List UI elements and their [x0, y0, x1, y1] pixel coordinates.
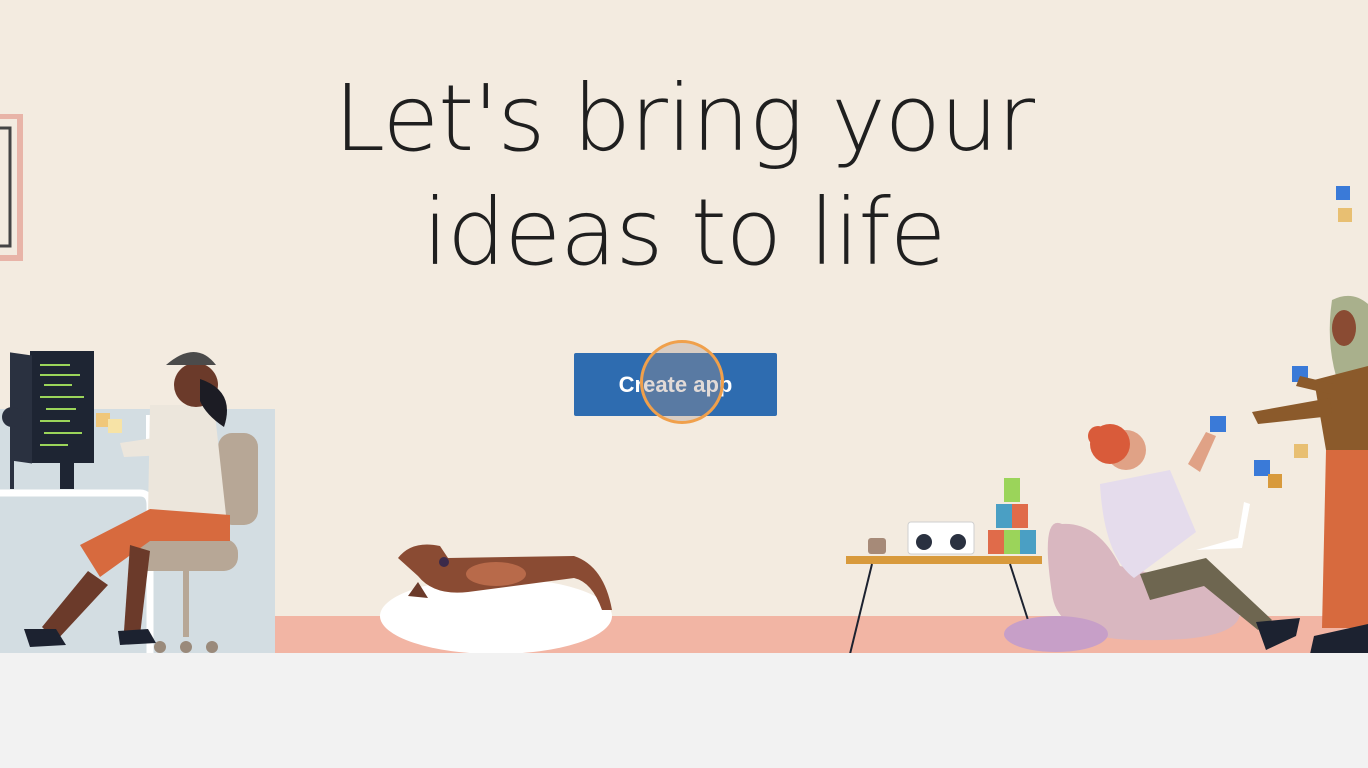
developer-illustration	[0, 351, 275, 653]
standing-person-illustration	[1252, 186, 1368, 653]
hero-banner: Let's bring your ideas to life Create ap…	[0, 0, 1368, 653]
page-title: Let's bring your ideas to life	[0, 62, 1368, 290]
headline-line-1: Let's bring your	[333, 65, 1035, 172]
create-app-button[interactable]: Create app	[574, 353, 777, 416]
headline-line-2: ideas to life	[422, 179, 947, 286]
dog-illustration	[380, 544, 612, 653]
footer-band	[0, 653, 1368, 768]
